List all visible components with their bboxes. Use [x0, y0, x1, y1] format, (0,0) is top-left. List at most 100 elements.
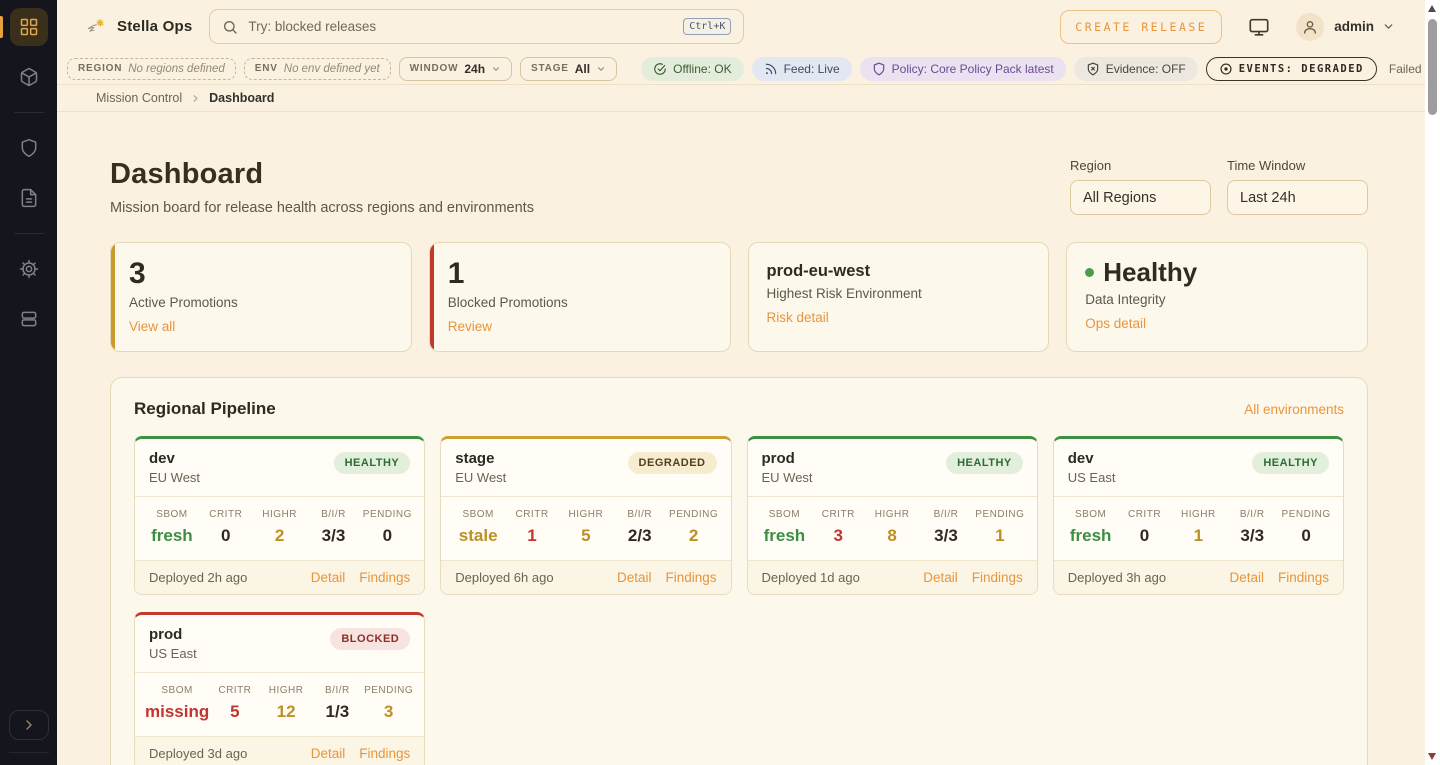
metric-value: 1/3 [312, 702, 363, 722]
metric-value: 3/3 [919, 526, 973, 546]
region-filter-select[interactable]: All Regions [1070, 180, 1211, 215]
sidebar-item-dashboard[interactable] [10, 8, 48, 46]
deployed-timestamp: Deployed 3d ago [149, 746, 247, 761]
environment-card: dev EU West HEALTHY SBOMfresh CRITR0 HIG… [134, 436, 425, 595]
app-header: Stella Ops Ctrl+K CREATE RELEASE admin [57, 0, 1425, 53]
window-context-dropdown[interactable]: WINDOW 24h [399, 57, 512, 81]
feed-status-chip[interactable]: Feed: Live [752, 57, 852, 81]
metric-label: PENDING [973, 509, 1027, 520]
document-icon [19, 188, 39, 208]
sidebar-collapse-button[interactable] [9, 710, 49, 740]
offline-status-chip[interactable]: Offline: OK [641, 57, 743, 81]
stat-card: prod-eu-west Highest Risk Environment Ri… [748, 242, 1050, 352]
sidebar-divider [14, 233, 44, 234]
stat-card-link[interactable]: Review [448, 319, 712, 334]
findings-link[interactable]: Findings [359, 746, 410, 761]
stat-card-value: Healthy [1085, 258, 1349, 287]
all-environments-link[interactable]: All environments [1244, 402, 1344, 417]
metric-label: SBOM [1064, 509, 1118, 520]
metric-label: HIGHR [253, 509, 307, 520]
region-context-value: No regions defined [128, 63, 225, 75]
sidebar-item-documents[interactable] [10, 179, 48, 217]
detail-link[interactable]: Detail [923, 570, 958, 585]
breadcrumb-mission-control[interactable]: Mission Control [96, 91, 182, 105]
detail-link[interactable]: Detail [311, 746, 346, 761]
shield-icon [19, 138, 39, 158]
sidebar-item-settings[interactable] [10, 250, 48, 288]
breadcrumb: Mission Control Dashboard [57, 85, 1425, 112]
metric-label: PENDING [360, 509, 414, 520]
user-icon [1302, 19, 1318, 35]
scroll-down-arrow-icon[interactable] [1428, 753, 1436, 760]
chevron-right-icon [190, 93, 201, 104]
user-name[interactable]: admin [1334, 19, 1374, 34]
stat-card: Healthy Data Integrity Ops detail [1066, 242, 1368, 352]
metric-value: fresh [758, 526, 812, 546]
metric-value: 5 [559, 526, 613, 546]
stat-card-label: Data Integrity [1085, 292, 1349, 307]
sidebar-item-infrastructure[interactable] [10, 300, 48, 338]
environment-card: stage EU West DEGRADED SBOMstale CRITR1 … [440, 436, 731, 595]
region-context-pill[interactable]: REGION No regions defined [67, 58, 236, 80]
stat-card-value: prod-eu-west [767, 262, 1031, 281]
page-subtitle: Mission board for release health across … [110, 200, 534, 216]
stat-card-value: 3 [129, 258, 393, 290]
environment-metrics: SBOMmissing CRITR5 HIGHR12 B/I/R1/3 PEND… [135, 672, 424, 736]
events-status-text: EVENTS: DEGRADED [1239, 63, 1364, 75]
stat-card-link[interactable]: Ops detail [1085, 316, 1349, 331]
healthy-dot-icon [1085, 268, 1094, 277]
region-filter-label: Region [1070, 158, 1211, 173]
region-context-label: REGION [78, 63, 122, 74]
detail-link[interactable]: Detail [617, 570, 652, 585]
environment-metrics: SBOMfresh CRITR0 HIGHR2 B/I/R3/3 PENDING… [135, 496, 424, 560]
sidebar-item-security[interactable] [10, 129, 48, 167]
environment-card: prod US East BLOCKED SBOMmissing CRITR5 … [134, 612, 425, 765]
time-window-filter-select[interactable]: Last 24h [1227, 180, 1368, 215]
status-badge: BLOCKED [330, 628, 410, 650]
scrollbar-thumb[interactable] [1428, 19, 1437, 115]
evidence-status-chip[interactable]: Evidence: OFF [1074, 57, 1198, 81]
env-context-pill[interactable]: ENV No env defined yet [244, 58, 391, 80]
offline-status-text: Offline: OK [673, 62, 731, 76]
scrollbar[interactable] [1425, 0, 1440, 765]
window-context-label: WINDOW [410, 63, 459, 74]
policy-status-chip[interactable]: Policy: Core Policy Pack latest [860, 57, 1066, 81]
sidebar-item-packages[interactable] [10, 58, 48, 96]
findings-link[interactable]: Findings [1278, 570, 1329, 585]
user-avatar[interactable] [1296, 13, 1324, 41]
stat-card-link[interactable]: Risk detail [767, 310, 1031, 325]
detail-link[interactable]: Detail [311, 570, 346, 585]
metric-value: 8 [865, 526, 919, 546]
monitor-icon[interactable] [1248, 16, 1270, 38]
stage-context-value: All [575, 62, 590, 76]
detail-link[interactable]: Detail [1229, 570, 1264, 585]
findings-link[interactable]: Findings [972, 570, 1023, 585]
findings-link[interactable]: Findings [665, 570, 716, 585]
events-status-chip[interactable]: EVENTS: DEGRADED [1206, 57, 1377, 81]
environment-cards-grid: dev EU West HEALTHY SBOMfresh CRITR0 HIG… [134, 436, 1344, 765]
scroll-up-arrow-icon[interactable] [1428, 5, 1436, 12]
rss-icon [764, 62, 778, 76]
stage-context-dropdown[interactable]: STAGE All [520, 57, 617, 81]
metric-value: fresh [145, 526, 199, 546]
metric-label: SBOM [145, 509, 199, 520]
deployed-timestamp: Deployed 2h ago [149, 570, 247, 585]
metric-value: 3/3 [1225, 526, 1279, 546]
metric-value: 2 [253, 526, 307, 546]
create-release-button[interactable]: CREATE RELEASE [1060, 10, 1222, 44]
stat-card-label: Highest Risk Environment [767, 286, 1031, 301]
findings-link[interactable]: Findings [359, 570, 410, 585]
chevron-down-icon[interactable] [1382, 20, 1395, 33]
page-title: Dashboard [110, 158, 534, 191]
stat-card-link[interactable]: View all [129, 319, 393, 334]
chevron-right-icon [21, 717, 37, 733]
environment-card: prod EU West HEALTHY SBOMfresh CRITR3 HI… [747, 436, 1038, 595]
circle-dot-icon [1219, 62, 1233, 76]
metric-label: CRITR [209, 685, 260, 696]
metric-value: 0 [199, 526, 253, 546]
search-input[interactable] [248, 19, 673, 34]
metric-value: 3 [811, 526, 865, 546]
deployed-timestamp: Deployed 1d ago [762, 570, 860, 585]
stat-card-label: Blocked Promotions [448, 295, 712, 310]
environment-region: EU West [762, 470, 813, 485]
